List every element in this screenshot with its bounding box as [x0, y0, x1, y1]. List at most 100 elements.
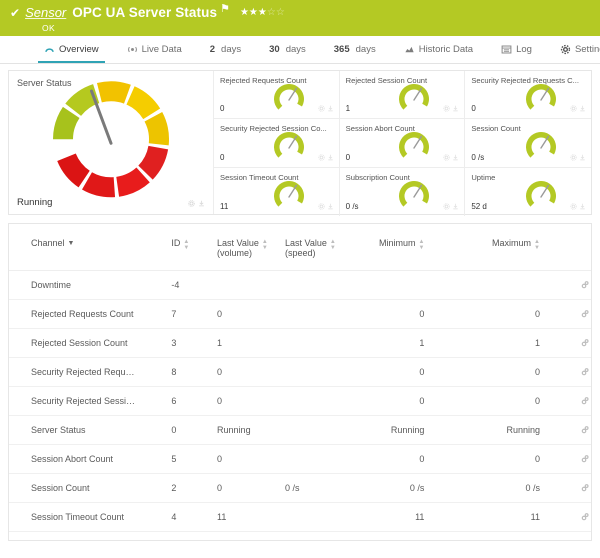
- cell-id: -4: [171, 271, 217, 300]
- cell-id: 9: [171, 532, 217, 542]
- download-icon[interactable]: [452, 105, 459, 112]
- table-row[interactable]: Downtime-4: [9, 271, 591, 300]
- gear-icon[interactable]: [570, 105, 577, 112]
- cell-id: 0: [171, 416, 217, 445]
- channel-settings-icon[interactable]: [580, 511, 591, 522]
- mini-gauge-actions: [570, 203, 586, 210]
- tab-log[interactable]: Log: [487, 36, 546, 63]
- download-icon[interactable]: [452, 154, 459, 161]
- star-icon[interactable]: ☆: [276, 7, 285, 18]
- column-header-label: Maximum: [492, 238, 531, 248]
- cell-actions: [570, 358, 591, 387]
- tab-days-2[interactable]: 2 days: [196, 36, 255, 63]
- tab-number: 2: [210, 44, 215, 55]
- gauge-arc: [526, 132, 556, 158]
- channel-settings-icon[interactable]: [580, 337, 591, 348]
- gear-icon[interactable]: [443, 203, 450, 210]
- channel-settings-icon[interactable]: [580, 366, 591, 377]
- download-icon[interactable]: [327, 154, 334, 161]
- sort-arrows-icon[interactable]: ▲▼: [418, 238, 424, 251]
- tab-label: days: [221, 44, 241, 55]
- sort-arrows-icon[interactable]: ▲▼: [330, 238, 336, 251]
- download-icon[interactable]: [579, 154, 586, 161]
- download-icon[interactable]: [327, 105, 334, 112]
- mini-gauge-uptime[interactable]: Uptime52 d: [465, 168, 591, 216]
- download-icon[interactable]: [452, 203, 459, 210]
- gauge-arc: [399, 132, 429, 158]
- mini-gauge-security-rejected-session-co[interactable]: Security Rejected Session Co...0: [214, 119, 340, 167]
- tab-historic-data[interactable]: Historic Data: [390, 36, 487, 63]
- mini-gauge-rejected-requests-count[interactable]: Rejected Requests Count0: [214, 71, 340, 119]
- mini-gauge-dial: [272, 129, 306, 163]
- download-icon[interactable]: [579, 203, 586, 210]
- table-row[interactable]: Session Count200 /s0 /s0 /s: [9, 474, 591, 503]
- download-icon[interactable]: [327, 203, 334, 210]
- channel-settings-icon[interactable]: [580, 453, 591, 464]
- star-icon[interactable]: ★: [249, 7, 258, 18]
- column-header-label: Channel: [31, 238, 65, 248]
- gear-icon[interactable]: [443, 105, 450, 112]
- star-icon[interactable]: ★: [258, 7, 267, 18]
- tab-live-data[interactable]: Live Data: [113, 36, 196, 63]
- gauge-segment: [53, 106, 79, 138]
- table-row[interactable]: Server Status0RunningRunningRunning: [9, 416, 591, 445]
- column-header-lvv[interactable]: Last Value(volume)▲▼: [217, 224, 285, 271]
- gauge-arc: [399, 181, 429, 207]
- gauge-arc: [526, 84, 556, 110]
- mini-gauge-subscription-count[interactable]: Subscription Count0 /s: [340, 168, 466, 216]
- mini-gauge-security-rejected-requests-c[interactable]: Security Rejected Requests C...0: [465, 71, 591, 119]
- gear-icon[interactable]: [318, 105, 325, 112]
- gear-icon[interactable]: [318, 154, 325, 161]
- table-row[interactable]: Rejected Requests Count7000: [9, 300, 591, 329]
- table-row[interactable]: Security Rejected Sessi…6000: [9, 387, 591, 416]
- tab-days-365[interactable]: 365days: [320, 36, 390, 63]
- sort-arrows-icon[interactable]: ▲▼: [262, 238, 268, 251]
- column-header-channel[interactable]: Channel▼: [9, 224, 171, 271]
- tab-settings[interactable]: Settings: [546, 36, 600, 63]
- cell-id: 6: [171, 387, 217, 416]
- cell-actions: [570, 329, 591, 358]
- star-icon[interactable]: ★: [240, 7, 249, 18]
- tab-label: days: [286, 44, 306, 55]
- channel-settings-icon[interactable]: [580, 279, 591, 290]
- server-status-gauge-value: Running: [17, 197, 52, 208]
- gauge-arc: [274, 132, 304, 158]
- gear-icon[interactable]: [570, 154, 577, 161]
- tab-overview[interactable]: Overview: [30, 36, 113, 63]
- gear-icon[interactable]: [318, 203, 325, 210]
- table-row[interactable]: Session Abort Count5000: [9, 445, 591, 474]
- channel-settings-icon[interactable]: [580, 540, 591, 542]
- table-row[interactable]: Subscription Count900 /s0 /s0 /s: [9, 532, 591, 542]
- channel-settings-icon[interactable]: [580, 395, 591, 406]
- gear-icon[interactable]: [570, 203, 577, 210]
- sort-arrows-icon[interactable]: ▲▼: [183, 238, 189, 251]
- table-row[interactable]: Rejected Session Count3111: [9, 329, 591, 358]
- download-icon[interactable]: [579, 105, 586, 112]
- sort-arrows-icon[interactable]: ▲▼: [534, 238, 540, 251]
- column-header-max[interactable]: Maximum▲▼: [462, 224, 570, 271]
- channel-settings-icon[interactable]: [580, 482, 591, 493]
- column-header-lvs[interactable]: Last Value(speed)▲▼: [285, 224, 354, 271]
- table-row[interactable]: Session Timeout Count4111111: [9, 503, 591, 532]
- column-header-id[interactable]: ID▲▼: [171, 224, 217, 271]
- gauge-arc: [526, 181, 556, 207]
- gear-icon[interactable]: [188, 200, 195, 207]
- channel-settings-icon[interactable]: [580, 308, 591, 319]
- mini-gauge-session-count[interactable]: Session Count0 /s: [465, 119, 591, 167]
- cell-max: 0: [462, 445, 570, 474]
- star-icon[interactable]: ☆: [267, 7, 276, 18]
- download-icon[interactable]: [198, 200, 205, 207]
- sort-caret-icon[interactable]: ▼: [68, 238, 75, 247]
- tab-days-30[interactable]: 30days: [255, 36, 320, 63]
- channels-table-head: Channel▼ID▲▼Last Value(volume)▲▼Last Val…: [9, 224, 591, 271]
- mini-gauge-rejected-session-count[interactable]: Rejected Session Count1: [340, 71, 466, 119]
- gear-icon[interactable]: [443, 154, 450, 161]
- mini-gauge-session-timeout-count[interactable]: Session Timeout Count11: [214, 168, 340, 216]
- channel-settings-icon[interactable]: [580, 424, 591, 435]
- column-header-min[interactable]: Minimum▲▼: [355, 224, 463, 271]
- flag-icon[interactable]: ⚑: [220, 4, 230, 15]
- priority-stars[interactable]: ★★★☆☆: [240, 8, 285, 18]
- sensor-kind-label[interactable]: Sensor: [25, 5, 66, 20]
- table-row[interactable]: Security Rejected Requ…8000: [9, 358, 591, 387]
- mini-gauge-session-abort-count[interactable]: Session Abort Count0: [340, 119, 466, 167]
